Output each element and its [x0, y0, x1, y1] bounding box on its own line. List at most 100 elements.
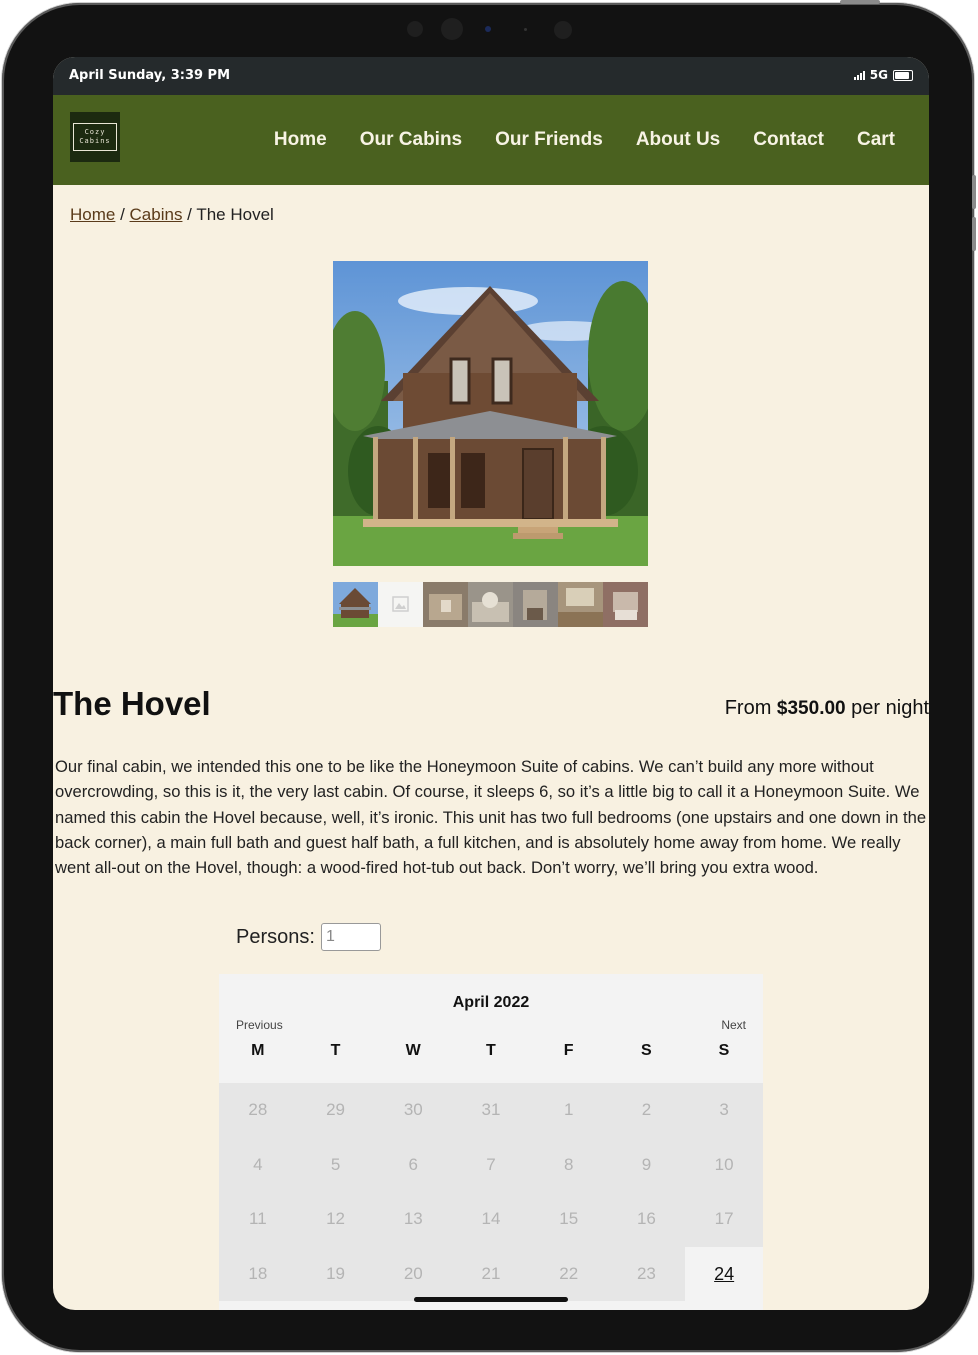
calendar-day-disabled: 29: [296, 1083, 375, 1138]
calendar-days-grid: 28 29 30 31 1 2 3 4 5 6 7 8 9 10 11 12 1…: [219, 1083, 763, 1302]
nav-cart[interactable]: Cart: [857, 129, 895, 151]
calendar-day-disabled: 5: [296, 1137, 375, 1193]
breadcrumb-cabins[interactable]: Cabins: [130, 205, 183, 224]
thumbnail-image: [468, 582, 513, 627]
calendar-day-disabled: 10: [685, 1137, 763, 1193]
price-prefix: From: [724, 697, 777, 719]
thumbnail-image: [603, 582, 648, 627]
flash-icon: [554, 21, 572, 39]
nav-about-us[interactable]: About Us: [636, 129, 720, 151]
nav-our-friends[interactable]: Our Friends: [495, 129, 603, 151]
home-indicator[interactable]: [414, 1297, 568, 1302]
calendar-day-disabled: 12: [296, 1192, 375, 1247]
screen: April Sunday, 3:39 PM 5G Cozy Cabins Hom…: [53, 57, 929, 1310]
calendar-day-disabled: 3: [685, 1083, 763, 1138]
image-placeholder-icon: [392, 596, 409, 612]
booking-calendar: April 2022 Previous Next M T W T F S S 2…: [219, 974, 763, 1310]
calendar-day-disabled: 22: [529, 1246, 608, 1302]
logo-line2: Cabins: [79, 137, 111, 145]
logo-badge: Cozy Cabins: [73, 123, 117, 151]
calendar-day-disabled: 30: [374, 1083, 453, 1138]
photo-thumbnails: [333, 582, 648, 627]
thumbnail-image: [513, 582, 558, 627]
calendar-day-disabled: 2: [607, 1083, 686, 1138]
thumbnail[interactable]: [513, 582, 558, 627]
battery-icon: [893, 69, 913, 81]
breadcrumb: Home / Cabins / The Hovel: [70, 205, 274, 225]
weekday-label: M: [251, 1042, 265, 1059]
camera-lens-icon: [485, 26, 491, 32]
breadcrumb-sep: /: [115, 205, 130, 224]
price-amount: $350.00: [776, 698, 846, 719]
volume-down-button: [972, 217, 976, 251]
calendar-day-disabled: 21: [452, 1246, 530, 1302]
calendar-day-disabled: 14: [452, 1192, 530, 1247]
calendar-day-disabled: 20: [374, 1246, 453, 1302]
power-button: [840, 0, 880, 4]
site-logo[interactable]: Cozy Cabins: [70, 112, 120, 162]
calendar-day-disabled: 18: [219, 1246, 297, 1302]
thumbnail[interactable]: [423, 582, 468, 627]
calendar-day-disabled: 11: [219, 1192, 297, 1247]
thumbnail-image: [558, 582, 603, 627]
weekday-label: S: [718, 1042, 730, 1059]
calendar-day-disabled: 9: [607, 1137, 686, 1193]
price-suffix: per night: [845, 697, 929, 719]
nav-our-cabins[interactable]: Our Cabins: [360, 129, 462, 151]
calendar-day-disabled: 1: [529, 1083, 608, 1138]
calendar-day-disabled: 15: [529, 1192, 608, 1247]
main-nav: Home Our Cabins Our Friends About Us Con…: [274, 129, 895, 151]
status-time: April Sunday, 3:39 PM: [69, 68, 231, 83]
status-indicators: 5G: [853, 68, 913, 82]
breadcrumb-current: The Hovel: [196, 205, 274, 224]
network-label: 5G: [869, 68, 888, 82]
thumbnail[interactable]: [468, 582, 513, 627]
cabin-title: The Hovel: [53, 685, 211, 722]
calendar-day-today[interactable]: 24: [685, 1246, 763, 1302]
calendar-day-disabled: 17: [685, 1192, 763, 1247]
calendar-day-disabled: 4: [219, 1137, 297, 1193]
cabin-main-photo[interactable]: [333, 261, 648, 566]
thumbnail-image: [423, 582, 468, 627]
breadcrumb-sep: /: [182, 205, 197, 224]
calendar-day-disabled: 7: [452, 1137, 530, 1193]
thumbnail[interactable]: [378, 582, 423, 627]
calendar-day-disabled: 8: [529, 1137, 608, 1193]
weekday-label: F: [563, 1042, 574, 1059]
calendar-weekday-header: M T W T F S S: [219, 1042, 763, 1060]
weekday-label: W: [405, 1042, 421, 1059]
weekday-label: S: [640, 1042, 652, 1059]
weekday-label: T: [330, 1042, 341, 1059]
persons-label: Persons:: [236, 925, 315, 948]
sensor-dot-icon: [524, 28, 527, 31]
persons-selector: Persons:: [236, 923, 381, 951]
nav-home[interactable]: Home: [274, 129, 327, 151]
calendar-month-title: April 2022: [452, 994, 530, 1011]
signal-icon: [853, 70, 865, 80]
weekday-label: T: [486, 1042, 496, 1059]
calendar-day-disabled: 6: [374, 1137, 453, 1193]
cabin-description: Our final cabin, we intended this one to…: [55, 757, 927, 878]
breadcrumb-home[interactable]: Home: [70, 205, 115, 224]
status-bar: April Sunday, 3:39 PM 5G: [53, 57, 929, 95]
calendar-prev-button[interactable]: Previous: [236, 1018, 283, 1032]
price-line: From $350.00 per night: [725, 697, 929, 720]
calendar-day-disabled: 13: [374, 1192, 453, 1247]
thumbnail[interactable]: [603, 582, 648, 627]
thumbnail-image: [333, 582, 378, 627]
nav-contact[interactable]: Contact: [753, 129, 824, 151]
logo-line1: Cozy: [84, 128, 106, 136]
thumbnail[interactable]: [558, 582, 603, 627]
sensor-icon: [407, 21, 423, 37]
cabin-photo-image: [333, 261, 648, 566]
calendar-next-button[interactable]: Next: [721, 1018, 746, 1032]
calendar-day-disabled: 19: [296, 1246, 375, 1302]
calendar-day-disabled: 16: [607, 1192, 686, 1247]
calendar-day-disabled: 31: [452, 1083, 530, 1138]
thumbnail[interactable]: [333, 582, 378, 627]
persons-input[interactable]: [320, 923, 381, 951]
calendar-day-disabled: 23: [607, 1246, 686, 1302]
calendar-day-disabled: 28: [219, 1083, 297, 1138]
camera-icon: [441, 18, 463, 40]
tablet-frame: April Sunday, 3:39 PM 5G Cozy Cabins Hom…: [2, 0, 976, 1352]
